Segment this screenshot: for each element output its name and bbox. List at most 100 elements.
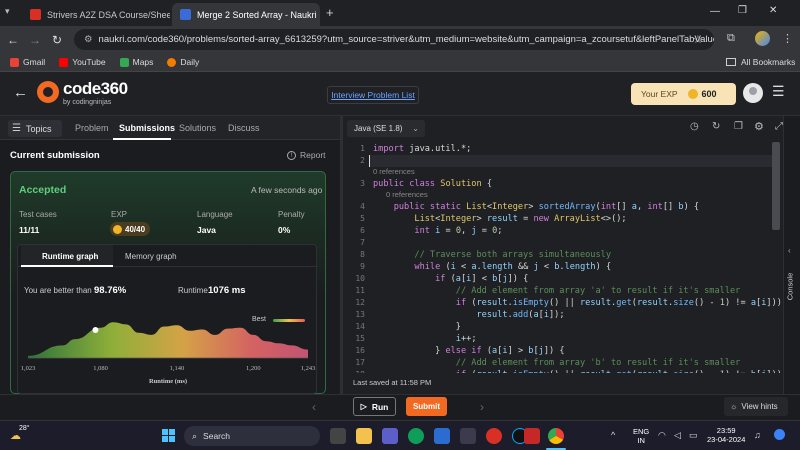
codingninjas-favicon-icon <box>180 9 191 20</box>
code-line[interactable]: // Add element from array 'a' to result … <box>373 285 741 297</box>
play-icon: ▷ <box>360 402 367 411</box>
stat-label-testcases: Test cases <box>19 210 57 219</box>
file-explorer-icon[interactable] <box>356 428 372 444</box>
clock[interactable]: 23:59 23-04-2024 <box>707 426 745 444</box>
code-line[interactable]: // Add element from array 'b' to result … <box>373 357 741 369</box>
code-line[interactable]: // Traverse both arrays simultaneously <box>373 249 611 261</box>
profile-avatar[interactable] <box>755 31 770 46</box>
browser-tab-strivers[interactable]: Strivers A2Z DSA Course/Shee ✕ <box>22 3 170 26</box>
graph-tab-memory[interactable]: Memory graph <box>125 252 177 261</box>
battery-icon[interactable]: ▭ <box>689 430 698 441</box>
bookmark-youtube[interactable]: YouTube <box>59 57 106 67</box>
code-line[interactable]: if (a[i] < b[j]) { <box>373 273 528 285</box>
tab-problem[interactable]: Problem <box>75 123 109 133</box>
user-avatar[interactable] <box>743 83 763 103</box>
topics-button[interactable]: ☰ Topics <box>8 120 62 137</box>
code-line[interactable]: int i = 0, j = 0; <box>373 225 502 237</box>
exp-badge[interactable]: Your EXP 600 <box>631 83 736 105</box>
store-icon[interactable] <box>434 428 450 444</box>
bookmark-label: Maps <box>132 57 154 67</box>
code-line[interactable]: while (i < a.length && j < b.length) { <box>373 261 611 273</box>
code-line[interactable]: i++; <box>373 333 477 345</box>
chrome-icon[interactable] <box>548 428 564 444</box>
runtime-area-chart: 1,023 1,080 1,140 1,200 1,243 Runtime (ms) <box>21 322 315 385</box>
submit-button[interactable]: Submit <box>406 397 447 416</box>
code-line[interactable]: public class Solution { <box>373 178 492 190</box>
back-arrow-icon[interactable]: ← <box>13 84 28 101</box>
fullscreen-icon[interactable]: ⤢ <box>775 121 783 132</box>
taskbar-search[interactable]: ⌕ Search <box>184 426 320 446</box>
new-tab-button[interactable]: + <box>326 5 334 20</box>
tab-search-icon[interactable]: ▾ <box>5 6 10 17</box>
interview-problem-list-link[interactable]: Interview Problem List <box>327 86 419 104</box>
code-line[interactable]: result.add(a[i]); <box>373 309 564 321</box>
code-area[interactable]: 1 import java.util.*; 2 0 references 3 public… <box>343 141 783 373</box>
report-button[interactable]: ! Report <box>287 150 326 160</box>
site-info-icon[interactable]: ⚙ <box>84 34 93 45</box>
copy-code-icon[interactable]: ❐ <box>734 121 743 132</box>
references-hint[interactable]: 0 references <box>386 190 428 199</box>
editor-scrollbar-thumb[interactable] <box>772 142 780 230</box>
prev-arrow-icon[interactable]: ‹ <box>312 400 316 414</box>
code-line[interactable]: } <box>373 321 461 333</box>
copilot-icon[interactable] <box>774 429 785 440</box>
tab-submissions[interactable]: Submissions <box>119 123 175 133</box>
code-line[interactable]: import java.util.*; <box>373 143 471 155</box>
settings-gear-icon[interactable]: ⚙ <box>754 120 764 133</box>
code-line[interactable]: public static List<Integer> sortedArray(… <box>373 201 699 213</box>
volume-icon[interactable]: ◁ <box>674 430 681 441</box>
windows-start-icon[interactable] <box>162 429 175 442</box>
maximize-button[interactable]: ❒ <box>738 5 747 16</box>
run-button[interactable]: ▷ Run <box>353 397 396 416</box>
x-axis-label: Runtime (ms) <box>149 378 187 385</box>
close-icon[interactable]: ✕ <box>317 9 320 20</box>
code-line[interactable]: List<Integer> result = new ArrayList<>()… <box>373 213 626 225</box>
left-bottom-bar: ‹ <box>0 394 340 420</box>
code-line[interactable] <box>369 155 777 167</box>
references-hint[interactable]: 0 references <box>373 167 415 176</box>
reset-code-icon[interactable]: ↻ <box>712 121 720 132</box>
bookmark-maps[interactable]: Maps <box>119 57 154 67</box>
console-toggle[interactable]: Console <box>785 273 794 301</box>
bookmarks-bar: Gmail YouTube Maps Daily All Bookmarks <box>0 53 800 72</box>
task-view-icon[interactable] <box>330 428 346 444</box>
reload-icon[interactable]: ↻ <box>46 33 68 47</box>
chevron-left-icon[interactable]: ‹ <box>788 246 791 255</box>
all-bookmarks[interactable]: All Bookmarks <box>726 57 795 67</box>
wifi-icon[interactable]: ◠ <box>658 430 666 441</box>
hamburger-menu-icon[interactable]: ☰ <box>772 83 785 100</box>
code-line[interactable]: if (result.isEmpty() || result.get(resul… <box>373 369 783 373</box>
code-line[interactable]: } else if (a[i] > b[j]) { <box>373 345 564 357</box>
timer-icon[interactable]: ◷ <box>690 121 699 132</box>
code-editor[interactable]: Java (SE 1.8) ⌄ ◷ ↻ ❐ ⚙ ⤢ 1 import java.u… <box>343 116 783 394</box>
mcafee-icon[interactable] <box>524 428 540 444</box>
language-indicator[interactable]: ENG IN <box>633 427 649 445</box>
bookmark-daily[interactable]: Daily <box>167 57 199 67</box>
forward-arrow-icon[interactable]: → <box>24 33 46 47</box>
address-bar[interactable]: ⚙ naukri.com/code360/problems/sorted-arr… <box>74 29 714 50</box>
bookmark-gmail[interactable]: Gmail <box>10 57 45 67</box>
code-line[interactable]: if (result.isEmpty() || result.get(resul… <box>373 297 783 309</box>
teams-icon[interactable] <box>382 428 398 444</box>
graph-tab-runtime[interactable]: Runtime graph <box>42 252 98 261</box>
app-icon[interactable] <box>460 428 476 444</box>
back-arrow-icon[interactable]: ← <box>2 33 24 47</box>
view-hints-button[interactable]: ☼ View hints <box>724 397 788 416</box>
notification-bell-icon[interactable]: ♫ <box>754 430 761 440</box>
extensions-icon[interactable]: ⧉ <box>727 32 735 45</box>
weather-temp: 28° <box>19 425 30 432</box>
opera-icon[interactable] <box>486 428 502 444</box>
youtube-icon <box>59 57 69 67</box>
x-tick-label: 1,023 <box>21 365 36 372</box>
tab-discuss[interactable]: Discuss <box>228 123 260 133</box>
close-window-button[interactable]: ✕ <box>769 5 777 16</box>
chevron-up-icon[interactable]: ^ <box>611 430 615 440</box>
next-arrow-icon[interactable]: › <box>480 400 484 414</box>
browser-tab-merge-sorted-array[interactable]: Merge 2 Sorted Array - Naukri ✕ <box>172 3 320 26</box>
tab-solutions[interactable]: Solutions <box>179 123 216 133</box>
minimize-button[interactable]: — <box>710 6 720 17</box>
edge-icon[interactable] <box>408 428 424 444</box>
language-selector[interactable]: Java (SE 1.8) ⌄ <box>347 120 425 137</box>
bookmark-star-icon[interactable]: ☆ <box>693 33 703 46</box>
browser-menu-icon[interactable]: ⋮ <box>782 32 793 45</box>
